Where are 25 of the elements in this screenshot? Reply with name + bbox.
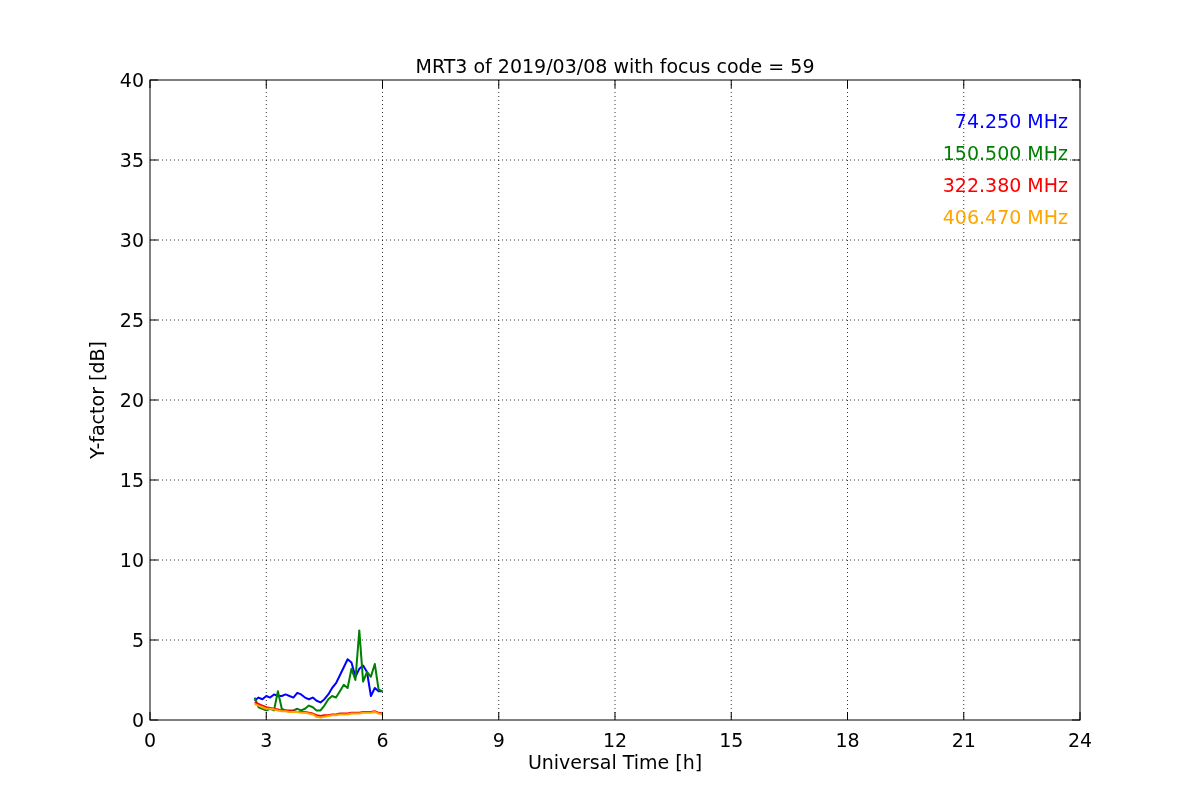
x-tick-label: 24 — [1067, 729, 1093, 751]
y-tick-label: 25 — [119, 309, 144, 331]
x-tick-label: 15 — [719, 729, 744, 751]
y-tick-label: 5 — [131, 629, 144, 651]
y-tick-label: 30 — [119, 229, 144, 251]
y-tick-label: 10 — [119, 549, 144, 571]
legend-label: 406.470 MHz — [942, 206, 1068, 228]
legend-label: 150.500 MHz — [942, 142, 1068, 164]
x-tick-label: 9 — [492, 729, 505, 751]
x-tick-label: 12 — [602, 729, 628, 751]
y-tick-label: 40 — [119, 69, 144, 91]
chart-title: MRT3 of 2019/03/08 with focus code = 59 — [415, 55, 815, 77]
y-tick-label: 0 — [131, 709, 144, 731]
x-tick-label: 6 — [376, 729, 389, 751]
y-tick-label: 35 — [119, 149, 144, 171]
x-tick-label: 3 — [260, 729, 273, 751]
y-tick-label: 20 — [119, 389, 144, 411]
x-tick-label: 18 — [835, 729, 860, 751]
y-axis-label: Y-factor [dB] — [86, 341, 108, 459]
legend-label: 74.250 MHz — [954, 110, 1068, 132]
x-tick-label: 0 — [143, 729, 157, 751]
y-tick-label: 15 — [119, 469, 144, 491]
legend-label: 322.380 MHz — [942, 174, 1068, 196]
x-axis-label: Universal Time [h] — [527, 751, 703, 773]
x-tick-label: 21 — [951, 729, 976, 751]
